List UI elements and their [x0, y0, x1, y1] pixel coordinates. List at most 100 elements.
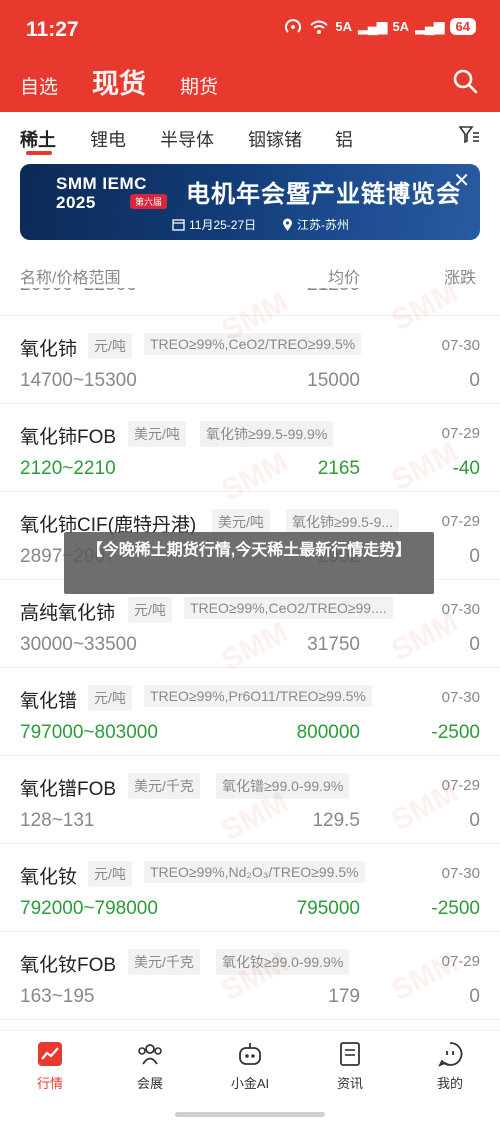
chat-bubble-icon — [438, 1042, 463, 1067]
nav-news[interactable]: 资讯 — [310, 1041, 390, 1092]
item-name: 氧化钕FOB — [20, 955, 117, 976]
item-range: 792000~798000 — [20, 898, 158, 919]
search-icon[interactable] — [452, 68, 478, 94]
header-change[interactable]: 涨跌 — [444, 264, 476, 288]
item-unit: 元/吨 — [88, 685, 132, 711]
list-item[interactable]: 氧化镨 元/吨 TREO≥99%,Pr6O11/TREO≥99.5% 07-30… — [0, 668, 500, 756]
price-list: 20000~22500 21250 氧化铈 元/吨 TREO≥99%,CeO2/… — [0, 288, 500, 1030]
item-unit: 元/吨 — [88, 333, 132, 359]
tab-indium-gallium-germanium[interactable]: 铟镓锗 — [248, 126, 302, 152]
tab-lithium[interactable]: 锂电 — [90, 126, 126, 152]
tab-rare-earth[interactable]: 稀土 — [20, 126, 56, 152]
item-range: 128~131 — [20, 810, 95, 831]
robot-icon — [239, 1043, 261, 1065]
banner-location: 江苏-苏州 — [282, 216, 349, 233]
item-spec: TREO≥99%,Nd₂O₃/TREO≥99.5% — [144, 861, 365, 883]
active-tab-indicator — [26, 151, 52, 155]
list-item-partial[interactable]: 20000~22500 21250 — [0, 288, 500, 316]
network-5a-label-2: 5A — [392, 19, 410, 34]
item-unit: 元/吨 — [88, 861, 132, 887]
banner-brand-line1: SMM IEMC — [56, 174, 147, 193]
tab-spot[interactable]: 现货 — [92, 62, 146, 101]
list-item[interactable]: 氧化钕FOB 美元/千克 氧化钕≥99.0-99.9% 07-29 163~19… — [0, 932, 500, 1020]
item-spec: TREO≥99%,Pr6O11/TREO≥99.5% — [144, 685, 372, 707]
list-item[interactable]: 氧化铈 元/吨 TREO≥99%,CeO2/TREO≥99.5% 07-30 1… — [0, 316, 500, 404]
item-date: 07-30 — [441, 689, 480, 706]
item-date: 07-30 — [441, 601, 480, 618]
item-date: 07-29 — [441, 953, 480, 970]
item-avg: 15000 — [307, 370, 360, 391]
item-range: 2120~2210 — [20, 458, 116, 479]
item-range: 797000~803000 — [20, 722, 158, 743]
item-spec: 氧化钕≥99.0-99.9% — [216, 949, 350, 975]
item-change: 0 — [469, 634, 480, 655]
document-icon — [340, 1042, 360, 1066]
item-change: 0 — [469, 546, 480, 567]
battery-icon: 64 — [449, 18, 476, 35]
item-date: 07-29 — [441, 425, 480, 442]
item-avg: 2165 — [317, 458, 360, 479]
item-change: 0 — [469, 986, 480, 1007]
list-item[interactable]: 氧化铈FOB 美元/吨 氧化铈≥99.5-99.9% 07-29 2120~22… — [0, 404, 500, 492]
header-avg[interactable]: 均价 — [328, 264, 360, 288]
item-change: -40 — [452, 458, 480, 479]
tab-futures[interactable]: 期货 — [180, 72, 218, 99]
item-unit: 美元/千克 — [128, 949, 200, 975]
tab-watchlist[interactable]: 自选 — [20, 72, 58, 99]
signal-icon-2: ▂▄▆ — [415, 18, 444, 34]
nav-expo[interactable]: 会展 — [110, 1041, 190, 1092]
item-avg: 179 — [328, 986, 360, 1007]
item-date: 07-29 — [441, 777, 480, 794]
hotspot-icon — [285, 18, 302, 33]
item-unit: 美元/吨 — [128, 421, 186, 447]
item-spec: TREO≥99%,CeO2/TREO≥99.5% — [144, 333, 362, 355]
item-name: 氧化镨 — [20, 691, 78, 712]
item-range: 163~195 — [20, 986, 95, 1007]
people-icon — [138, 1044, 162, 1065]
item-change: 0 — [469, 810, 480, 831]
top-nav-tabs: 自选 现货 期货 — [20, 62, 252, 101]
chart-icon — [38, 1042, 62, 1066]
item-unit: 美元/千克 — [128, 773, 200, 799]
list-header: 名称/价格范围 均价 涨跌 — [0, 256, 500, 288]
nav-market[interactable]: 行情 — [10, 1041, 90, 1092]
toast-message: 【今晚稀土期货行情,今天稀土最新行情走势】 — [64, 532, 434, 594]
header-name: 名称/价格范围 — [20, 270, 121, 287]
item-change: 0 — [469, 370, 480, 391]
item-spec: TREO≥99%,CeO2/TREO≥99.... — [184, 597, 393, 619]
tab-semiconductor[interactable]: 半导体 — [160, 126, 214, 152]
status-icons: 5A ▂▄▆ 5A ▂▄▆ 64 — [283, 18, 476, 35]
item-name: 氧化钕 — [20, 867, 78, 888]
top-bar: 11:27 5A ▂▄▆ 5A ▂▄▆ 64 自选 现货 期货 — [0, 0, 500, 112]
item-avg: 129.5 — [312, 810, 360, 831]
item-avg: 795000 — [296, 898, 360, 919]
expo-banner[interactable]: SMM IEMC 2025 第六届 电机年会暨产业链博览会 11月25-27日 … — [20, 164, 480, 240]
nav-profile[interactable]: 我的 — [410, 1041, 490, 1092]
filter-icon[interactable] — [458, 124, 480, 146]
item-unit: 元/吨 — [128, 597, 172, 623]
item-name: 氧化镨FOB — [20, 779, 117, 800]
network-5a-label: 5A — [335, 19, 352, 34]
nav-expo-label: 会展 — [136, 1076, 163, 1091]
item-range: 20000~22500 — [20, 288, 137, 296]
category-tabs: 稀土 锂电 半导体 铟镓锗 铝 — [0, 112, 500, 160]
item-date: 07-29 — [441, 513, 480, 530]
nav-news-label: 资讯 — [336, 1076, 363, 1091]
item-avg: 21250 — [307, 288, 360, 296]
banner-date: 11月25-27日 — [172, 216, 256, 233]
item-name: 氧化铈FOB — [20, 427, 117, 448]
close-icon[interactable]: ✕ — [453, 168, 470, 193]
item-avg: 31750 — [307, 634, 360, 655]
nav-ai-label: 小金AI — [230, 1076, 270, 1091]
nav-market-label: 行情 — [36, 1076, 63, 1091]
item-range: 30000~33500 — [20, 634, 137, 655]
tab-aluminum[interactable]: 铝 — [335, 126, 353, 152]
list-item[interactable]: 氧化镨FOB 美元/千克 氧化镨≥99.0-99.9% 07-29 128~13… — [0, 756, 500, 844]
item-name: 高纯氧化铈 — [20, 603, 116, 624]
status-time: 11:27 — [26, 18, 79, 41]
list-item[interactable]: 氧化钕 元/吨 TREO≥99%,Nd₂O₃/TREO≥99.5% 07-30 … — [0, 844, 500, 932]
item-range: 14700~15300 — [20, 370, 137, 391]
signal-icon: ▂▄▆ — [358, 18, 387, 34]
item-change: -2500 — [431, 898, 480, 919]
nav-ai[interactable]: 小金AI — [210, 1041, 290, 1092]
